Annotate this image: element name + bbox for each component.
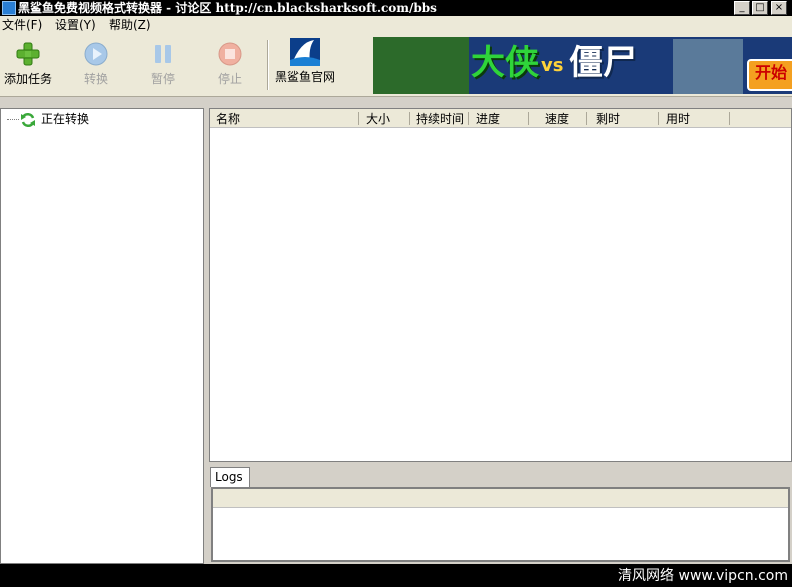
stop-button[interactable]: 停止 — [210, 36, 250, 92]
close-button[interactable]: × — [771, 1, 787, 15]
window-title: 黑鲨鱼免费视频格式转换器 - 讨论区 http://cn.blacksharks… — [18, 1, 437, 15]
column-speed[interactable]: 速度 — [545, 112, 569, 126]
pause-button[interactable]: 暂停 — [143, 36, 183, 92]
column-remaining[interactable]: 剩时 — [596, 112, 620, 126]
column-size[interactable]: 大小 — [366, 112, 390, 126]
play-icon — [84, 42, 108, 66]
app-icon — [2, 1, 16, 15]
plus-icon — [16, 42, 40, 66]
menu-settings[interactable]: 设置(Y) — [55, 18, 96, 32]
tree-connector — [7, 119, 19, 120]
banner-characters-image — [373, 37, 469, 94]
banner-zombie-image — [673, 39, 743, 94]
list-header: 名称 大小 持续时间 进度 速度 剩时 用时 — [210, 109, 791, 128]
shark-icon — [290, 38, 320, 66]
stop-icon — [218, 42, 242, 66]
banner-text-hero: 大侠 — [471, 43, 539, 83]
menu-bar: 文件(F) 设置(Y) 帮助(Z) — [0, 16, 792, 34]
tab-logs[interactable]: Logs — [210, 467, 250, 487]
title-bar: 黑鲨鱼免费视频格式转换器 - 讨论区 http://cn.blacksharks… — [0, 0, 792, 16]
official-site-label: 黑鲨鱼官网 — [274, 70, 335, 84]
bottom-bar: 清风网络 www.vipcn.com — [0, 564, 792, 587]
column-divider[interactable] — [729, 112, 730, 125]
column-divider[interactable] — [409, 112, 410, 125]
logs-panel[interactable] — [211, 487, 790, 562]
refresh-icon — [20, 112, 36, 128]
toolbar-separator — [267, 40, 269, 90]
watermark-text: 清风网络 www.vipcn.com — [618, 568, 788, 584]
column-divider[interactable] — [358, 112, 359, 125]
column-divider[interactable] — [468, 112, 469, 125]
column-elapsed[interactable]: 用时 — [666, 112, 690, 126]
column-divider[interactable] — [586, 112, 587, 125]
convert-button[interactable]: 转换 — [76, 36, 116, 92]
task-list[interactable]: 名称 大小 持续时间 进度 速度 剩时 用时 — [209, 108, 792, 462]
convert-label: 转换 — [83, 72, 108, 86]
ad-banner[interactable]: 大侠 vs 僵尸 开始 — [373, 37, 792, 94]
banner-text-zombie: 僵尸 — [569, 43, 637, 83]
add-task-button[interactable]: 添加任务 — [2, 36, 54, 92]
tree-node-converting[interactable]: 正在转换 — [41, 112, 89, 126]
stop-label: 停止 — [217, 72, 242, 86]
column-divider[interactable] — [528, 112, 529, 125]
task-tree: 正在转换 — [0, 108, 204, 564]
column-progress[interactable]: 进度 — [476, 112, 500, 126]
menu-file[interactable]: 文件(F) — [2, 18, 42, 32]
maximize-button[interactable]: □ — [752, 1, 768, 15]
minimize-button[interactable]: _ — [734, 1, 750, 15]
pause-icon — [151, 42, 175, 66]
official-site-button[interactable]: 黑鲨鱼官网 — [274, 36, 336, 92]
column-name[interactable]: 名称 — [216, 112, 240, 126]
pause-label: 暂停 — [150, 72, 175, 86]
menu-help[interactable]: 帮助(Z) — [109, 18, 151, 32]
column-divider[interactable] — [658, 112, 659, 125]
logs-header — [213, 489, 788, 508]
banner-text-vs: vs — [541, 55, 564, 76]
column-duration[interactable]: 持续时间 — [416, 112, 464, 126]
banner-start-button[interactable]: 开始 — [747, 59, 792, 91]
add-task-label: 添加任务 — [3, 72, 52, 86]
